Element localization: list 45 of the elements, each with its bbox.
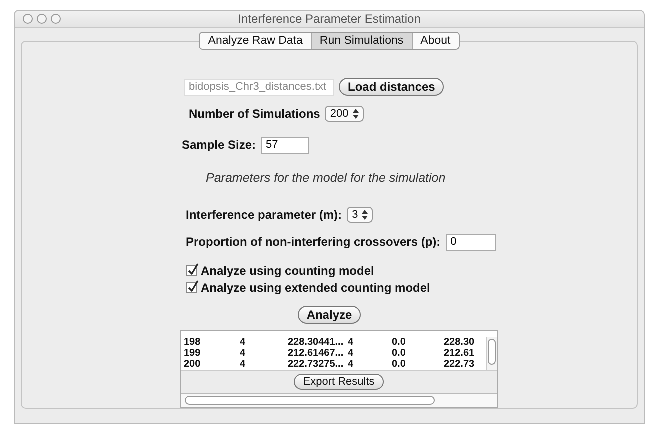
table-cell-text: 200 [184,359,202,370]
table-cell-text: 212.61 [444,348,476,359]
zoom-button[interactable] [51,14,61,24]
proportion-field[interactable]: 0 [446,234,496,250]
tab[interactable]: Analyze Raw Data [200,33,312,49]
export-results-button[interactable]: Export Results [294,374,384,390]
minimize-button[interactable] [37,14,47,24]
table-cell-text: 199 [184,348,202,359]
table-cell-text: 4 [348,348,355,359]
scrollbar-thumb[interactable] [185,396,435,405]
scrollbar-thumb[interactable] [488,339,496,365]
window-title: Interference Parameter Estimation [238,12,421,26]
table-cell-text: 0.0 [392,348,407,359]
checkbox-label[interactable]: Analyze using extended counting model [201,280,430,294]
interference-stepper[interactable]: 3 [347,207,374,223]
checkbox[interactable] [186,282,197,293]
analyze-button[interactable]: Analyze [298,306,362,324]
simulations-label: Number of Simulations [189,107,320,121]
table-cell-text: 0.0 [392,337,407,348]
table-cell-text: 4 [348,337,355,348]
proportion-label: Proportion of non-interfering crossovers (p): [186,235,441,249]
table-cell-text: 222.73275... [288,359,345,370]
table-cell-text: 4 [240,337,247,348]
table-cell-text: 222.73 [444,359,476,370]
table-cell-text: 228.30 [444,337,476,348]
checkbox-label[interactable]: Analyze using counting model [201,264,374,278]
checkbox[interactable] [186,265,197,276]
sample-size-field[interactable]: 57 [261,136,310,154]
sample-size-label: Sample Size: [182,138,256,152]
table-cell-text: 212.61467... [288,348,345,359]
close-button[interactable] [23,14,33,24]
section-heading: Parameters for the model for the simulation [206,171,446,185]
table-cell-text: 4 [240,348,247,359]
table-cell-text: 228.30441... [288,337,345,348]
simulations-stepper[interactable]: 200 [325,106,364,122]
stepper-arrows-icon[interactable] [362,210,368,220]
tab[interactable]: Run Simulations [312,33,413,49]
table-cell-text: 198 [184,337,202,348]
load-distances-button[interactable]: Load distances [339,78,444,96]
file-field[interactable]: bidopsis_Chr3_distances.txt [184,78,334,96]
table-cell-text: 4 [240,359,247,370]
table-cell-text: 4 [348,359,355,370]
table-cell-text: 0.0 [392,359,407,370]
stepper-arrows-icon[interactable] [352,109,359,119]
interference-label: Interference parameter (m): [186,208,342,222]
